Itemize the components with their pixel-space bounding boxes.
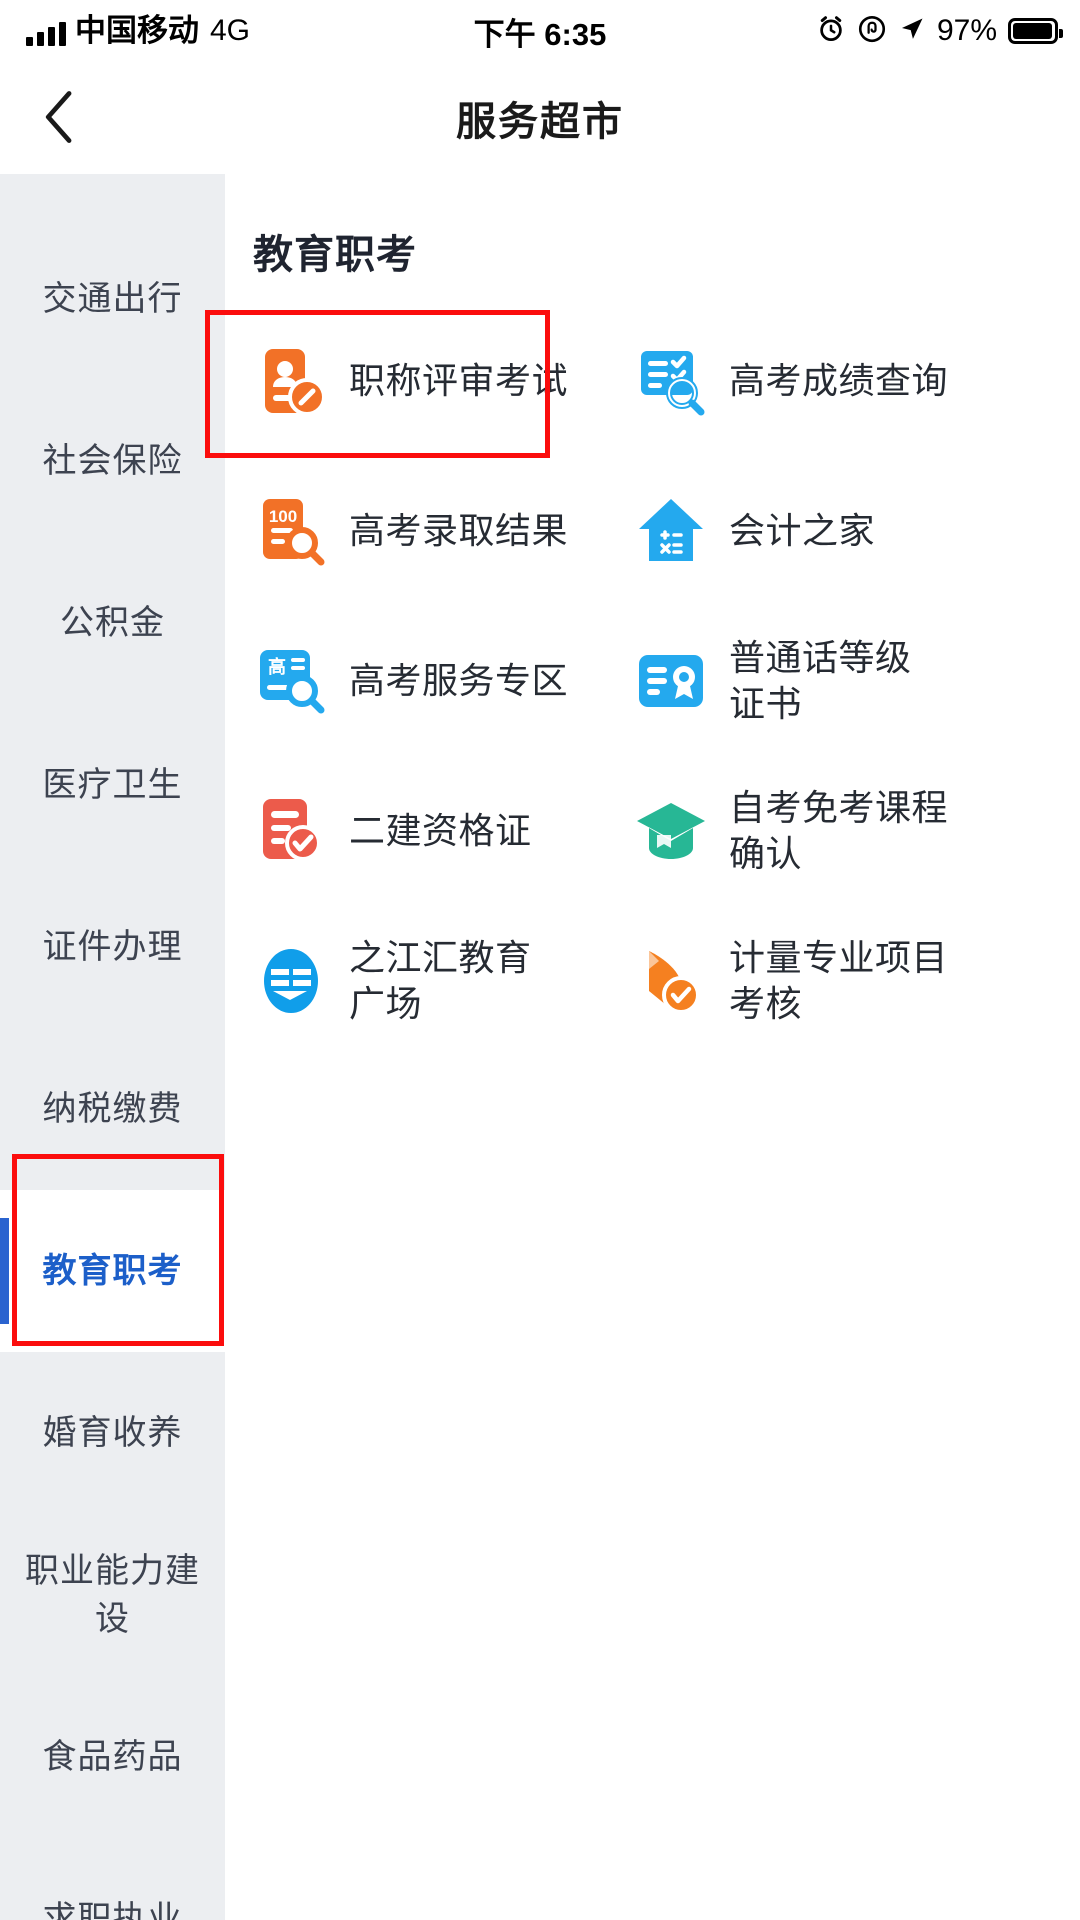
sidebar-item-label: 证件办理 (42, 928, 183, 966)
service-item-label: 高考录取结果 (349, 510, 569, 551)
service-item-4[interactable]: 高 高考服务专区 (225, 606, 605, 756)
service-item-label: 计量专业项目 考核 (729, 937, 949, 1024)
service-item-0[interactable]: 职称评审考试 (225, 306, 605, 456)
service-panel: 教育职考 职称评审考试 高考成绩查询 100 高考录取结果 会计之家 高 高考服… (225, 174, 1080, 1920)
sidebar-item-label: 公积金 (60, 604, 165, 642)
do-not-disturb-icon (857, 14, 887, 49)
sidebar-item-8[interactable]: 婚育收养 (0, 1352, 225, 1514)
score-100-search-icon: 100 (255, 495, 327, 567)
status-bar: 中国移动 4G 下午 6:35 97% (0, 0, 1080, 62)
service-item-label: 高考成绩查询 (729, 360, 949, 401)
service-item-9[interactable]: 计量专业项目 考核 (605, 906, 995, 1056)
certificate-award-icon (635, 645, 707, 717)
sidebar-item-label: 纳税缴费 (42, 1090, 183, 1128)
house-calculator-icon (635, 495, 707, 567)
service-item-label: 高考服务专区 (349, 660, 569, 701)
service-item-label: 之江汇教育 广场 (349, 937, 532, 1024)
service-item-3[interactable]: 会计之家 (605, 456, 995, 606)
category-sidebar[interactable]: 民生大事交通出行社会保险公积金医疗卫生证件办理纳税缴费教育职考婚育收养职业能力建… (0, 174, 225, 1920)
service-grid: 职称评审考试 高考成绩查询 100 高考录取结果 会计之家 高 高考服务专区 普… (225, 306, 1080, 1056)
nav-bar: 服务超市 (0, 62, 1080, 174)
sidebar-item-label: 职业能力建设 (25, 1552, 200, 1638)
service-item-6[interactable]: 二建资格证 (225, 756, 605, 906)
svg-text:100: 100 (269, 507, 297, 526)
service-item-label: 二建资格证 (349, 810, 532, 851)
document-check-icon (255, 795, 327, 867)
open-book-icon (255, 945, 327, 1017)
service-item-label: 职称评审考试 (349, 360, 569, 401)
page-title: 服务超市 (456, 100, 624, 144)
service-item-2[interactable]: 100 高考录取结果 (225, 456, 605, 606)
sidebar-item-label: 求职执业 (42, 1900, 183, 1920)
battery-percent-label: 97% (936, 14, 997, 47)
service-item-7[interactable]: 自考免考课程 确认 (605, 756, 995, 906)
battery-icon (1008, 18, 1063, 44)
sidebar-item-3[interactable]: 公积金 (0, 542, 225, 704)
sidebar-item-label: 食品药品 (42, 1738, 183, 1776)
sidebar-item-2[interactable]: 社会保险 (0, 380, 225, 542)
location-arrow-icon (898, 15, 926, 48)
content-area: 民生大事交通出行社会保险公积金医疗卫生证件办理纳税缴费教育职考婚育收养职业能力建… (0, 174, 1080, 1920)
sidebar-item-label: 教育职考 (42, 1252, 183, 1290)
sidebar-item-5[interactable]: 证件办理 (0, 866, 225, 1028)
sidebar-item-4[interactable]: 医疗卫生 (0, 704, 225, 866)
svg-text:高: 高 (268, 656, 286, 678)
checklist-search-icon (635, 345, 707, 417)
service-item-1[interactable]: 高考成绩查询 (605, 306, 995, 456)
sidebar-item-6[interactable]: 纳税缴费 (0, 1028, 225, 1190)
service-item-label: 普通话等级 证书 (729, 637, 912, 724)
gaokao-search-icon: 高 (255, 645, 327, 717)
status-bar-right: 97% (816, 14, 1063, 49)
service-item-label: 会计之家 (729, 510, 876, 551)
service-item-5[interactable]: 普通话等级 证书 (605, 606, 995, 756)
sidebar-item-0[interactable]: 民生大事 (0, 174, 225, 218)
graduation-cap-icon (635, 795, 707, 867)
service-item-8[interactable]: 之江汇教育 广场 (225, 906, 605, 1056)
sidebar-item-11[interactable]: 求职执业 (0, 1838, 225, 1920)
sidebar-item-1[interactable]: 交通出行 (0, 218, 225, 380)
ribbon-check-icon (635, 945, 707, 1017)
sidebar-item-7[interactable]: 教育职考 (0, 1190, 225, 1352)
sidebar-item-label: 社会保险 (42, 442, 183, 480)
app-screen: 中国移动 4G 下午 6:35 97% 服务超市 民 (0, 0, 1080, 1920)
service-item-label: 自考免考课程 确认 (729, 787, 949, 874)
sidebar-item-9[interactable]: 职业能力建设 (0, 1514, 225, 1676)
sidebar-item-10[interactable]: 食品药品 (0, 1676, 225, 1838)
alarm-clock-icon (816, 14, 846, 49)
sidebar-item-label: 交通出行 (42, 280, 183, 318)
section-title: 教育职考 (253, 233, 417, 277)
sidebar-item-label: 婚育收养 (42, 1414, 183, 1452)
id-card-person-edit-icon (255, 345, 327, 417)
sidebar-item-label: 医疗卫生 (42, 766, 183, 804)
